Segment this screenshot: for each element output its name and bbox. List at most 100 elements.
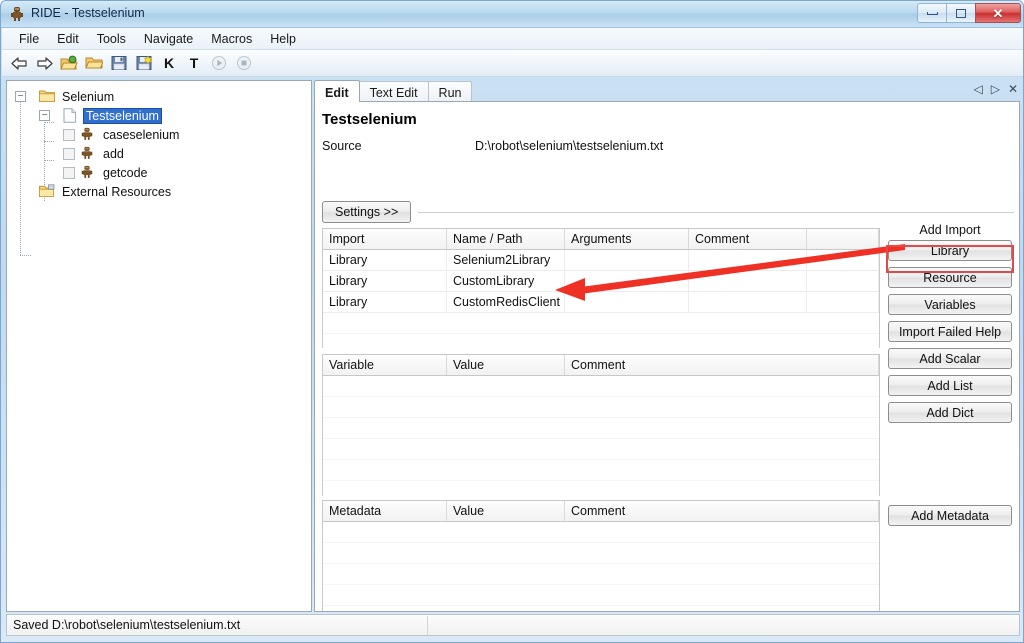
- tab-run-label: Run: [438, 86, 462, 100]
- import-cell-extra[interactable]: [807, 250, 879, 270]
- table-row-empty[interactable]: [323, 585, 879, 606]
- table-row[interactable]: Library CustomRedisClient: [323, 292, 879, 313]
- import-cell-comment[interactable]: [689, 250, 807, 270]
- add-resource-button[interactable]: Resource: [888, 267, 1012, 288]
- table-row[interactable]: Library CustomLibrary: [323, 271, 879, 292]
- search-tests-icon[interactable]: T: [183, 52, 205, 74]
- minimize-button[interactable]: [917, 3, 946, 23]
- import-grid-header: Import Name / Path Arguments Comment: [323, 229, 879, 250]
- menu-macros[interactable]: Macros: [202, 29, 261, 49]
- tree-expander-testselenium[interactable]: −: [39, 110, 50, 121]
- stop-icon[interactable]: [233, 52, 255, 74]
- save-all-icon[interactable]: [133, 52, 155, 74]
- import-cell-arguments[interactable]: [565, 271, 689, 291]
- metadata-grid-col-metadata: Metadata: [323, 501, 447, 521]
- robot-icon: [80, 127, 96, 142]
- tree-node-external-resources[interactable]: External Resources: [15, 182, 313, 201]
- import-cell-comment[interactable]: [689, 292, 807, 312]
- open-folder-icon[interactable]: [83, 52, 105, 74]
- menu-help[interactable]: Help: [261, 29, 305, 49]
- project-tree-panel[interactable]: − Selenium − Testselenium caseselenium a…: [6, 80, 312, 612]
- table-row-empty[interactable]: [323, 522, 879, 543]
- tree-node-getcode[interactable]: getcode: [15, 163, 313, 182]
- table-row-empty[interactable]: [323, 376, 879, 397]
- add-metadata-button[interactable]: Add Metadata: [888, 505, 1012, 526]
- tree-label-caseselenium: caseselenium: [103, 127, 180, 142]
- import-cell-comment[interactable]: [689, 271, 807, 291]
- metadata-grid-col-value: Value: [447, 501, 565, 521]
- editor-body: Testselenium Source D:\robot\selenium\te…: [314, 101, 1020, 612]
- import-cell-name[interactable]: CustomLibrary: [447, 271, 565, 291]
- search-keyword-icon[interactable]: K: [158, 52, 180, 74]
- add-import-label: Add Import: [919, 223, 981, 237]
- settings-toggle-button[interactable]: Settings >>: [322, 201, 412, 223]
- menu-tools[interactable]: Tools: [88, 29, 135, 49]
- table-row-empty[interactable]: [323, 543, 879, 564]
- metadata-button-column: Add Metadata: [885, 505, 1015, 532]
- import-cell-arguments[interactable]: [565, 292, 689, 312]
- tree-node-testselenium[interactable]: − Testselenium: [15, 106, 313, 125]
- tree-node-selenium[interactable]: − Selenium: [15, 87, 313, 106]
- back-arrow-icon[interactable]: [8, 52, 30, 74]
- tab-edit[interactable]: Edit: [314, 80, 360, 102]
- maximize-button[interactable]: [946, 3, 975, 23]
- folder-icon: [39, 89, 55, 104]
- import-cell-type[interactable]: Library: [323, 292, 447, 312]
- import-grid[interactable]: Import Name / Path Arguments Comment Lib…: [322, 228, 880, 348]
- import-cell-name[interactable]: CustomRedisClient: [447, 292, 565, 312]
- import-failed-help-button[interactable]: Import Failed Help: [888, 321, 1012, 342]
- tab-text-edit[interactable]: Text Edit: [358, 81, 429, 102]
- table-row-empty[interactable]: [323, 460, 879, 481]
- tab-run[interactable]: Run: [427, 81, 473, 102]
- window-title: RIDE - Testselenium: [31, 6, 145, 20]
- metadata-grid[interactable]: Metadata Value Comment: [322, 500, 880, 611]
- import-cell-extra[interactable]: [807, 271, 879, 291]
- table-row-empty[interactable]: [323, 439, 879, 460]
- search-tests-label: T: [189, 55, 199, 71]
- robot-icon: [9, 6, 25, 22]
- tree-expander-selenium[interactable]: −: [15, 91, 26, 102]
- close-button[interactable]: ✕: [975, 3, 1021, 23]
- add-list-button[interactable]: Add List: [888, 375, 1012, 396]
- table-row-empty[interactable]: [323, 418, 879, 439]
- add-variables-button[interactable]: Variables: [888, 294, 1012, 315]
- tree-node-add[interactable]: add: [15, 144, 313, 163]
- variable-grid-col-variable: Variable: [323, 355, 447, 375]
- table-row-empty[interactable]: [323, 334, 879, 348]
- variable-grid-col-comment: Comment: [565, 355, 879, 375]
- import-cell-type[interactable]: Library: [323, 271, 447, 291]
- source-path-value: D:\robot\selenium\testselenium.txt: [475, 139, 664, 153]
- table-row-empty[interactable]: [323, 564, 879, 585]
- tree-connector: [20, 255, 31, 256]
- table-row-empty[interactable]: [323, 397, 879, 418]
- editor-tab-strip: Edit Text Edit Run ◁ ▷ ✕: [314, 80, 1020, 102]
- add-dict-button[interactable]: Add Dict: [888, 402, 1012, 423]
- menu-file[interactable]: File: [10, 29, 48, 49]
- import-cell-arguments[interactable]: [565, 250, 689, 270]
- run-icon[interactable]: [208, 52, 230, 74]
- import-cell-name[interactable]: Selenium2Library: [447, 250, 565, 270]
- table-row-empty[interactable]: [323, 313, 879, 334]
- tree-checkbox-getcode[interactable]: [63, 166, 75, 179]
- import-grid-col-comment: Comment: [689, 229, 807, 249]
- save-icon[interactable]: [108, 52, 130, 74]
- tree-node-caseselenium[interactable]: caseselenium: [15, 125, 313, 144]
- import-cell-extra[interactable]: [807, 292, 879, 312]
- menu-navigate[interactable]: Navigate: [135, 29, 202, 49]
- menu-edit[interactable]: Edit: [48, 29, 88, 49]
- add-library-button[interactable]: Library: [888, 240, 1012, 261]
- forward-arrow-icon[interactable]: [33, 52, 55, 74]
- tree-checkbox-add[interactable]: [63, 147, 75, 160]
- tab-next-button[interactable]: ▷: [991, 83, 1000, 95]
- table-row[interactable]: Library Selenium2Library: [323, 250, 879, 271]
- add-scalar-button[interactable]: Add Scalar: [888, 348, 1012, 369]
- tab-close-button[interactable]: ✕: [1008, 83, 1018, 95]
- project-tree[interactable]: − Selenium − Testselenium caseselenium a…: [7, 81, 313, 611]
- tree-checkbox-caseselenium[interactable]: [63, 128, 75, 141]
- close-icon: ✕: [992, 5, 1004, 21]
- variable-grid[interactable]: Variable Value Comment: [322, 354, 880, 496]
- import-cell-type[interactable]: Library: [323, 250, 447, 270]
- search-keyword-label: K: [163, 55, 175, 71]
- open-new-project-icon[interactable]: [58, 52, 80, 74]
- tab-prev-button[interactable]: ◁: [973, 83, 982, 95]
